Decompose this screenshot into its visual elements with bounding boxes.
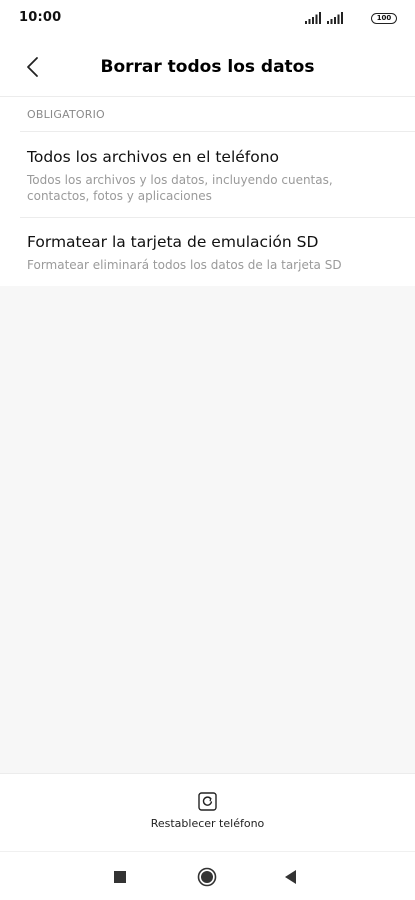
reset-icon xyxy=(198,792,217,811)
bottom-action-bar: Restablecer teléfono xyxy=(0,773,415,851)
item-title: Formatear la tarjeta de emulación SD xyxy=(27,233,319,251)
empty-area xyxy=(0,286,415,773)
status-time: 10:00 xyxy=(19,10,62,25)
item-title: Todos los archivos en el teléfono xyxy=(27,148,280,166)
item-subtitle: Formatear eliminará todos los datos de l… xyxy=(27,258,342,272)
battery-icon: 100 xyxy=(371,13,397,24)
header: Borrar todos los datos xyxy=(0,38,415,96)
navigation-bar xyxy=(0,851,415,900)
signal-icon xyxy=(305,12,321,24)
circle-icon[interactable] xyxy=(196,866,218,888)
square-icon[interactable] xyxy=(109,866,131,888)
list-item-all-files[interactable]: Todos los archivos en el teléfono Todos … xyxy=(0,132,415,217)
reset-phone-button[interactable]: Restablecer teléfono xyxy=(140,788,275,846)
item-subtitle: Todos los archivos y los datos, incluyen… xyxy=(27,173,333,203)
reset-phone-label: Restablecer teléfono xyxy=(150,817,265,830)
signal-icon-2 xyxy=(327,12,343,24)
triangle-back-icon[interactable] xyxy=(280,866,302,888)
status-bar: 10:00 100 xyxy=(0,0,415,38)
section-label: OBLIGATORIO xyxy=(27,108,105,121)
list-item-format-sd[interactable]: Formatear la tarjeta de emulación SD For… xyxy=(0,218,415,286)
screen: 10:00 100 Borrar todos los datos OBLIGAT… xyxy=(0,0,415,900)
header-divider xyxy=(0,96,415,97)
page-title: Borrar todos los datos xyxy=(100,57,315,77)
